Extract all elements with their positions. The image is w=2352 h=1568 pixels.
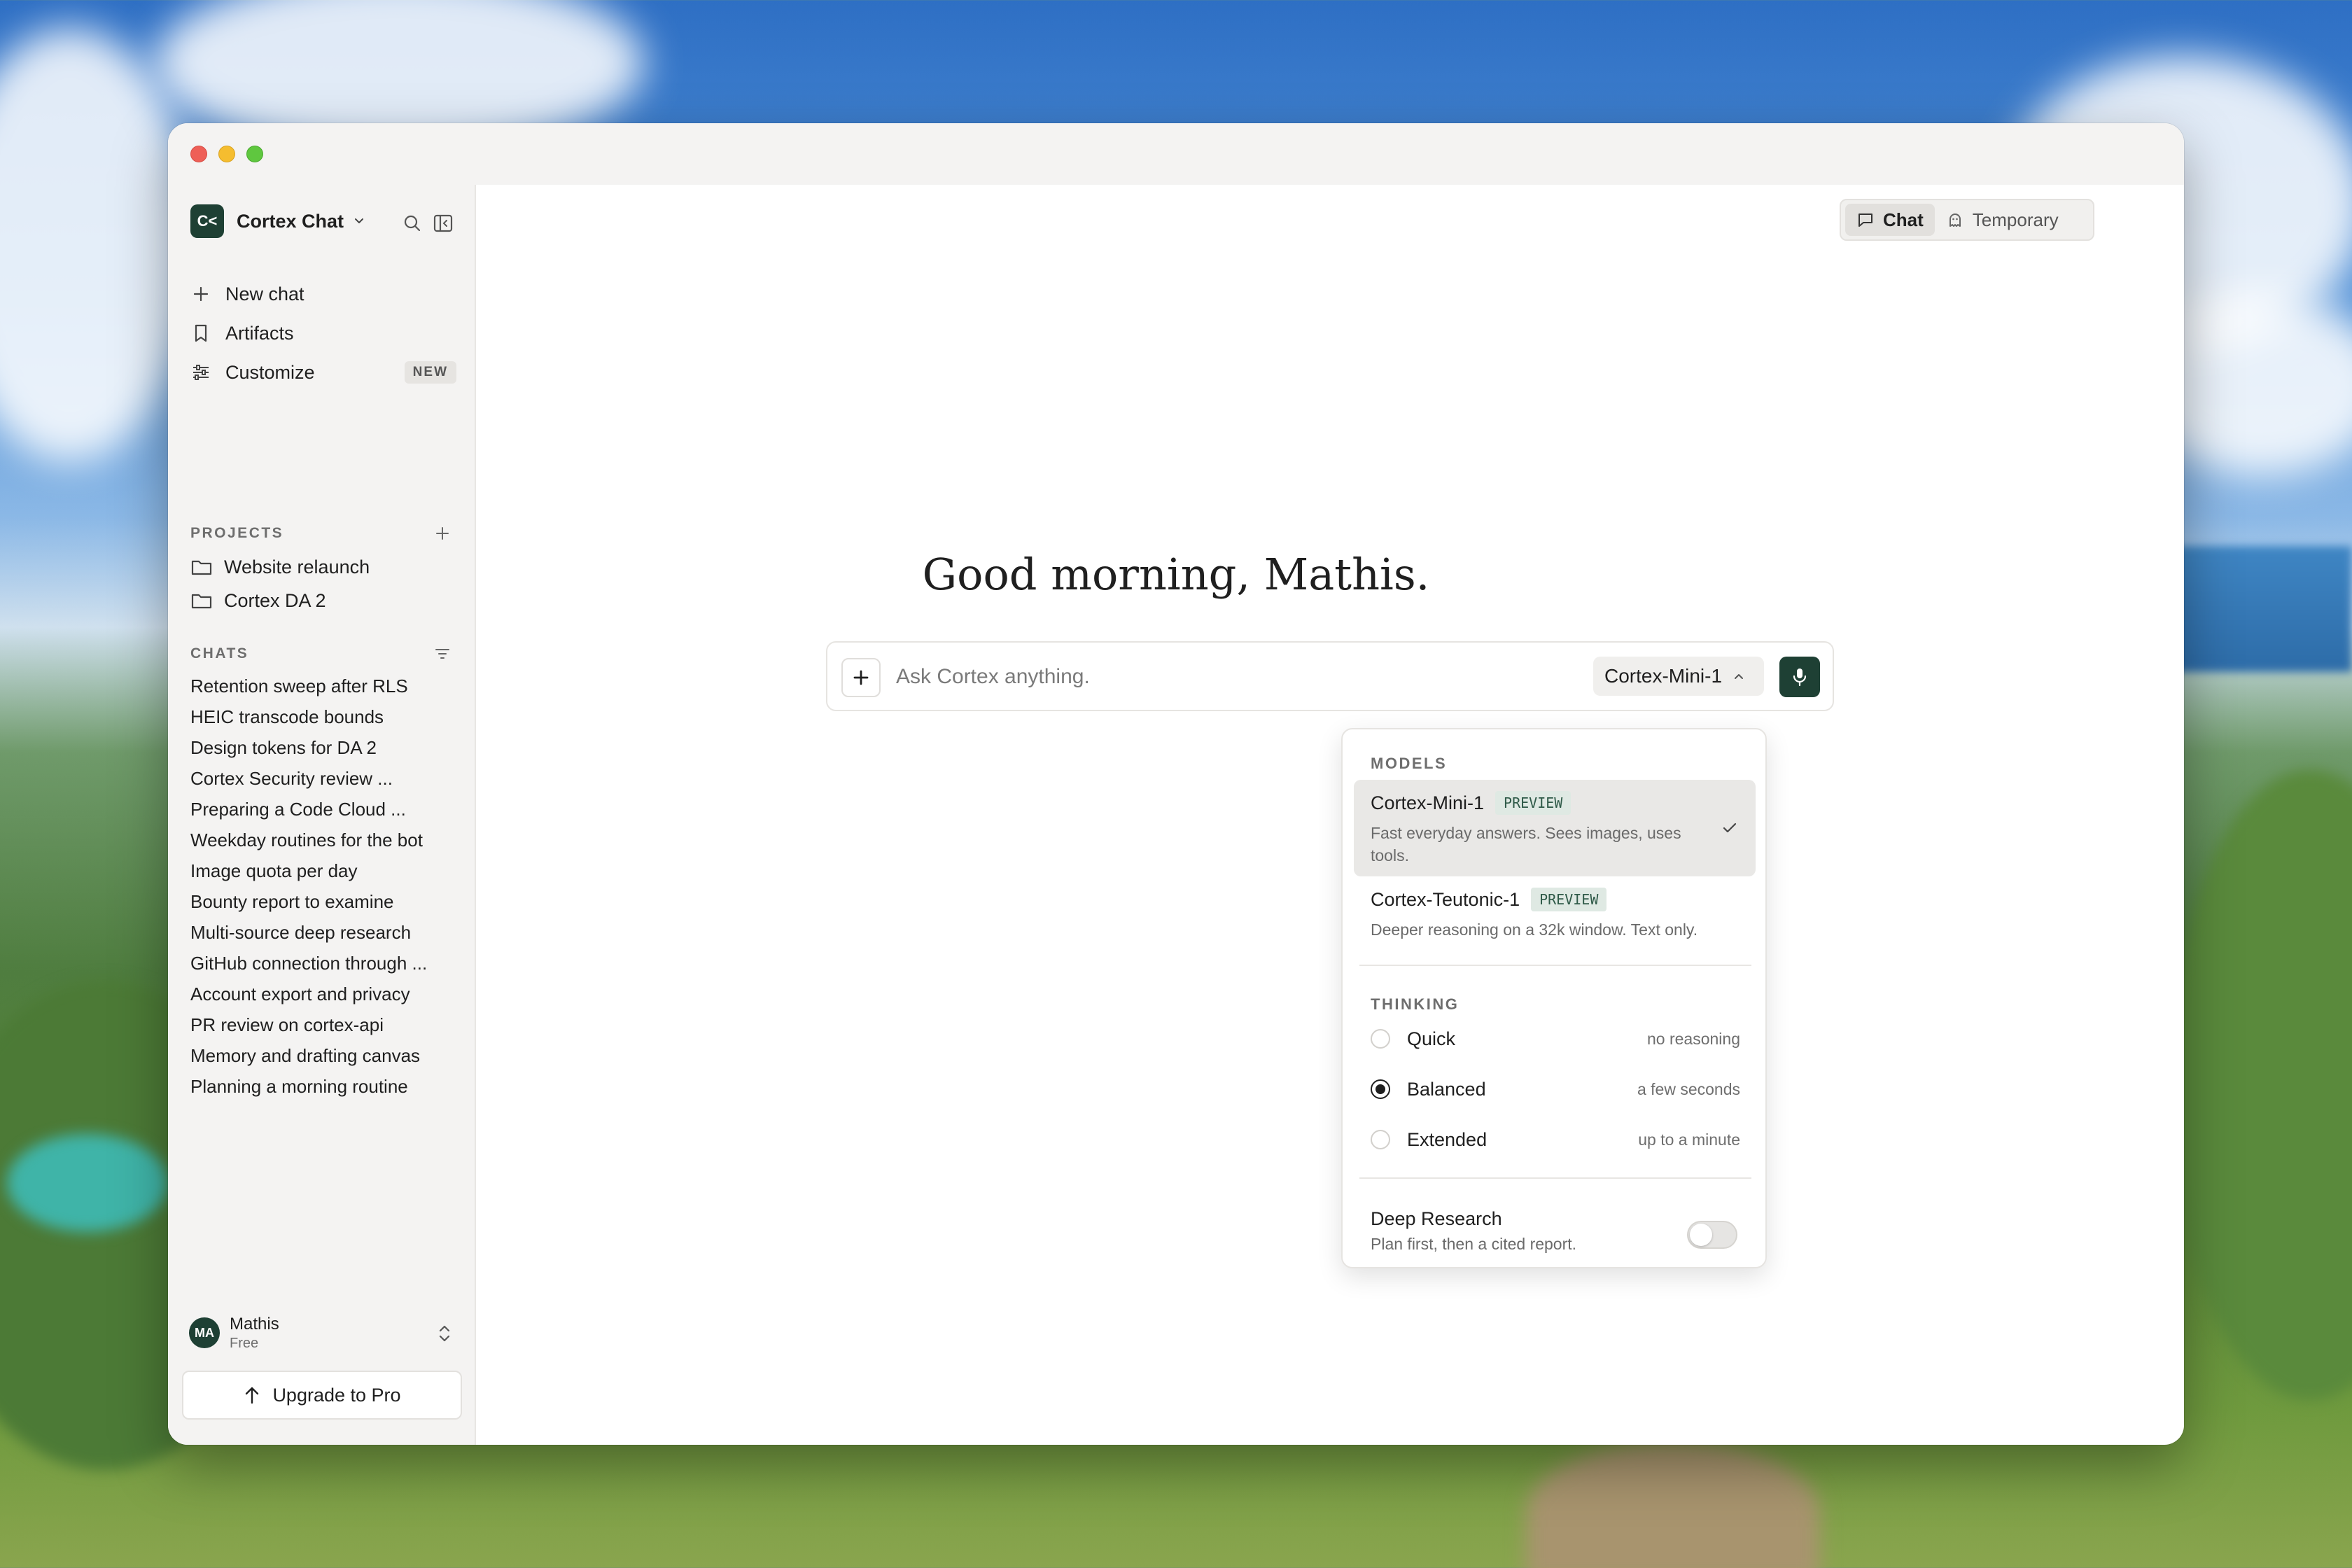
radio-button-selected[interactable]: [1371, 1079, 1390, 1099]
upgrade-button[interactable]: Upgrade to Pro: [182, 1371, 462, 1420]
background-hill: [2170, 770, 2352, 1400]
user-plan: Free: [230, 1335, 259, 1351]
model-description: Deeper reasoning on a 32k window. Text o…: [1371, 920, 1698, 939]
sliders-icon: [193, 365, 209, 380]
deep-research-description: Plan first, then a cited report.: [1371, 1235, 1577, 1253]
model-selector-label: Cortex-Mini-1: [1604, 665, 1723, 687]
models-heading: MODELS: [1371, 755, 1448, 772]
model-name: Cortex-Mini-1: [1371, 792, 1485, 813]
plus-icon: [853, 670, 869, 685]
brand-logo: C<: [190, 204, 224, 238]
artifacts-label: Artifacts: [225, 322, 294, 344]
thinking-hint: no reasoning: [1647, 1029, 1740, 1048]
chevron-down-icon: [355, 218, 364, 223]
thinking-option-quick[interactable]: Quick no reasoning: [1371, 1023, 1740, 1054]
app-window: C< Cortex Chat New chat Artifacts Custom…: [168, 123, 2184, 1445]
chat-list-item[interactable]: HEIC transcode bounds: [190, 703, 384, 731]
new-chat-button[interactable]: New chat: [190, 277, 456, 311]
chevron-up-down-icon: [439, 1325, 450, 1342]
chat-list-item[interactable]: Account export and privacy: [190, 980, 410, 1008]
chat-list-item[interactable]: Planning a morning routine: [190, 1072, 408, 1100]
thinking-name: Quick: [1407, 1028, 1456, 1049]
customize-label: Customize: [225, 361, 315, 383]
thinking-hint: up to a minute: [1638, 1130, 1740, 1149]
deep-research-toggle[interactable]: [1687, 1221, 1737, 1249]
preview-badge: PREVIEW: [1531, 888, 1607, 911]
divider: [1359, 1177, 1751, 1179]
workspace-switcher[interactable]: C< Cortex Chat: [190, 204, 366, 238]
chats-heading: CHATS: [190, 645, 249, 662]
chat-list-item[interactable]: Multi-source deep research: [190, 918, 411, 946]
zoom-window-button[interactable]: [246, 146, 263, 162]
radio-button[interactable]: [1371, 1130, 1390, 1149]
background-path: [1526, 1442, 1820, 1568]
thinking-option-balanced[interactable]: Balanced a few seconds: [1371, 1074, 1740, 1105]
title-bar: [168, 123, 2184, 185]
microphone-icon: [1793, 668, 1807, 687]
checkmark-icon: [1723, 822, 1737, 833]
chat-list-item[interactable]: Weekday routines for the bot: [190, 826, 423, 854]
voice-input-button[interactable]: [1779, 657, 1820, 697]
new-badge: NEW: [404, 361, 456, 384]
thinking-name: Balanced: [1407, 1078, 1486, 1100]
chat-list-item[interactable]: Preparing a Code Cloud ...: [190, 795, 406, 823]
ghost-icon: [1949, 214, 1961, 227]
account-menu[interactable]: MA Mathis Free: [189, 1312, 455, 1354]
projects-heading: PROJECTS: [190, 525, 284, 541]
model-name: Cortex-Teutonic-1: [1371, 888, 1520, 910]
model-option-cortex-teutonic-1[interactable]: Cortex-Teutonic-1 PREVIEW Deeper reasoni…: [1354, 876, 1756, 953]
model-selector-button[interactable]: Cortex-Mini-1: [1593, 657, 1764, 696]
chat-bubble-icon: [1858, 214, 1872, 227]
user-name: Mathis: [230, 1314, 279, 1334]
tab-temporary[interactable]: Temporary: [1935, 204, 2070, 236]
model-option-cortex-mini-1[interactable]: Cortex-Mini-1 PREVIEW Fast everyday answ…: [1354, 780, 1756, 876]
close-window-button[interactable]: [190, 146, 207, 162]
deep-research-title: Deep Research: [1371, 1208, 1502, 1229]
minimize-window-button[interactable]: [218, 146, 235, 162]
tab-chat-label: Chat: [1883, 209, 1924, 230]
sidebar: C< Cortex Chat New chat Artifacts Custom…: [168, 185, 476, 1445]
greeting-heading: Good morning, Mathis.: [922, 549, 1430, 600]
composer: Cortex-Mini-1: [826, 641, 1834, 711]
plus-icon: [193, 286, 209, 302]
customize-button[interactable]: Customize NEW: [190, 356, 456, 389]
avatar: MA: [189, 1317, 220, 1348]
tab-chat[interactable]: Chat: [1845, 204, 1935, 236]
chat-list-item[interactable]: Bounty report to examine: [190, 888, 394, 916]
bookmark-icon: [195, 324, 207, 342]
brand-name: Cortex Chat: [237, 210, 344, 232]
chat-list-item[interactable]: Retention sweep after RLS: [190, 672, 408, 700]
background-bay: [7, 1134, 168, 1232]
preview-badge: PREVIEW: [1495, 791, 1572, 815]
chat-mode-switch: Chat Temporary: [1840, 199, 2094, 241]
divider: [1359, 965, 1751, 966]
background-cloud: [0, 28, 196, 462]
thinking-heading: THINKING: [1371, 995, 1460, 1013]
chat-list-item[interactable]: GitHub connection through ...: [190, 949, 427, 977]
chevron-up-icon: [1735, 674, 1744, 679]
collapse-sidebar-icon[interactable]: [433, 213, 454, 234]
thinking-hint: a few seconds: [1637, 1079, 1740, 1098]
model-description: Fast everyday answers. Sees images, uses…: [1371, 824, 1681, 864]
chat-list-item[interactable]: Memory and drafting canvas: [190, 1042, 420, 1070]
attach-button[interactable]: [841, 658, 881, 697]
thinking-option-extended[interactable]: Extended up to a minute: [1371, 1124, 1740, 1155]
chat-list-item[interactable]: Cortex Security review ...: [190, 764, 393, 792]
search-icon[interactable]: [402, 213, 423, 234]
tab-temporary-label: Temporary: [1972, 209, 2059, 230]
filter-icon[interactable]: [433, 644, 452, 664]
arrow-up-icon: [246, 1387, 259, 1404]
radio-button[interactable]: [1371, 1029, 1390, 1049]
chat-list-item[interactable]: Image quota per day: [190, 857, 358, 885]
artifacts-button[interactable]: Artifacts: [190, 316, 456, 350]
add-project-icon[interactable]: [433, 524, 452, 543]
chat-list-item[interactable]: Design tokens for DA 2: [190, 734, 377, 762]
new-chat-label: New chat: [225, 283, 304, 304]
thinking-name: Extended: [1407, 1128, 1488, 1150]
message-input[interactable]: [896, 659, 1526, 694]
model-menu: MODELS Cortex-Mini-1 PREVIEW Fast everyd…: [1341, 728, 1767, 1268]
chat-list-item[interactable]: PR review on cortex-api: [190, 1011, 384, 1039]
upgrade-label: Upgrade to Pro: [272, 1384, 401, 1406]
